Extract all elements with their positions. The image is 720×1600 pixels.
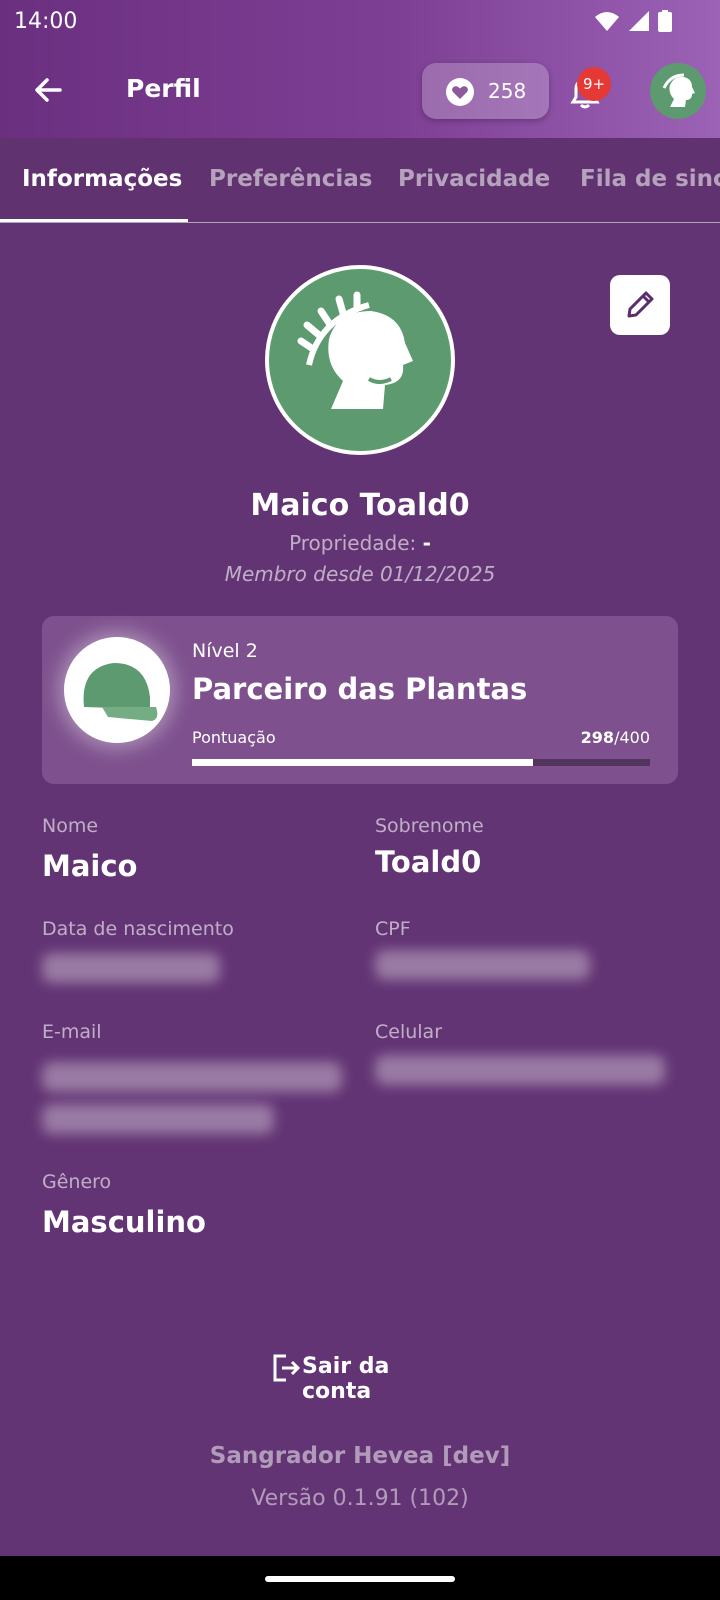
gender-value: Masculino — [42, 1205, 206, 1239]
last-name-value: Toald0 — [375, 845, 482, 879]
first-name-value: Maico — [42, 849, 138, 883]
level-progress-bar — [192, 759, 650, 766]
level-number: Nível 2 — [192, 640, 258, 662]
tab-preferencias[interactable]: Preferências — [209, 166, 372, 192]
level-title: Parceiro das Plantas — [192, 672, 528, 706]
birth-date-value-redacted — [42, 953, 220, 983]
score-value: 298/400 — [581, 728, 650, 747]
phone-label: Celular — [375, 1021, 443, 1043]
tab-informacoes[interactable]: Informações — [22, 166, 182, 192]
notification-badge: 9+ — [577, 67, 611, 101]
logout-icon — [273, 1354, 300, 1382]
app-name: Sangrador Hevea [dev] — [209, 1443, 511, 1469]
birth-date-label: Data de nascimento — [42, 918, 234, 940]
signal-icon — [629, 11, 649, 31]
first-name-label: Nome — [42, 815, 99, 837]
level-progress-fill — [192, 759, 534, 766]
profile-property: Propriedade: - — [0, 531, 720, 555]
battery-icon — [658, 10, 672, 32]
status-bar: 14:00 — [0, 0, 720, 44]
level-badge — [64, 637, 170, 743]
heart-icon — [446, 78, 474, 106]
home-handle[interactable] — [265, 1576, 455, 1582]
gender-label: Gênero — [42, 1171, 112, 1193]
phone-value-redacted — [375, 1055, 665, 1085]
score-max: /400 — [614, 728, 650, 747]
edit-profile-button[interactable] — [610, 275, 670, 335]
tab-bar: Informações Preferências Privacidade Fil… — [0, 138, 720, 223]
status-time: 14:00 — [14, 9, 78, 34]
logout-label: Sair da conta — [302, 1354, 390, 1404]
level-card: Nível 2 Parceiro das Plantas Pontuação 2… — [42, 616, 678, 784]
email-value-redacted — [42, 1062, 342, 1092]
laurel-head-icon — [662, 73, 695, 107]
cpf-label: CPF — [375, 918, 411, 940]
logout-button[interactable]: Sair da conta — [272, 1352, 462, 1404]
tab-fila-de-sincronizacao[interactable]: Fila de sincr — [580, 166, 720, 192]
app-header: 14:00 Perfil 258 9+ — [0, 0, 720, 138]
cap-icon — [83, 663, 158, 721]
profile-name: Maico Toald0 — [250, 488, 470, 523]
score-label: Pontuação — [192, 728, 276, 747]
points-value: 258 — [488, 79, 527, 103]
status-icons — [594, 10, 672, 32]
app-version: Versão 0.1.91 (102) — [251, 1486, 469, 1511]
email-label: E-mail — [42, 1021, 102, 1043]
laurel-head-icon — [297, 291, 413, 409]
pencil-icon — [627, 291, 654, 318]
cpf-value-redacted — [375, 950, 590, 980]
property-value: - — [422, 531, 431, 555]
property-label: Propriedade: — [289, 531, 417, 555]
last-name-label: Sobrenome — [375, 815, 484, 837]
tab-privacidade[interactable]: Privacidade — [398, 166, 550, 192]
points-chip[interactable]: 258 — [422, 63, 549, 119]
header-avatar[interactable] — [650, 63, 706, 119]
member-since: Membro desde 01/12/2025 — [224, 562, 496, 586]
tab-indicator — [0, 219, 188, 222]
profile-avatar — [265, 265, 455, 455]
page-title: Perfil — [126, 74, 201, 103]
wifi-icon — [595, 12, 619, 31]
email-value-redacted-line2 — [42, 1104, 274, 1134]
back-arrow-icon[interactable] — [28, 70, 68, 110]
system-navigation-bar — [0, 1556, 720, 1600]
score-current: 298 — [580, 728, 615, 747]
